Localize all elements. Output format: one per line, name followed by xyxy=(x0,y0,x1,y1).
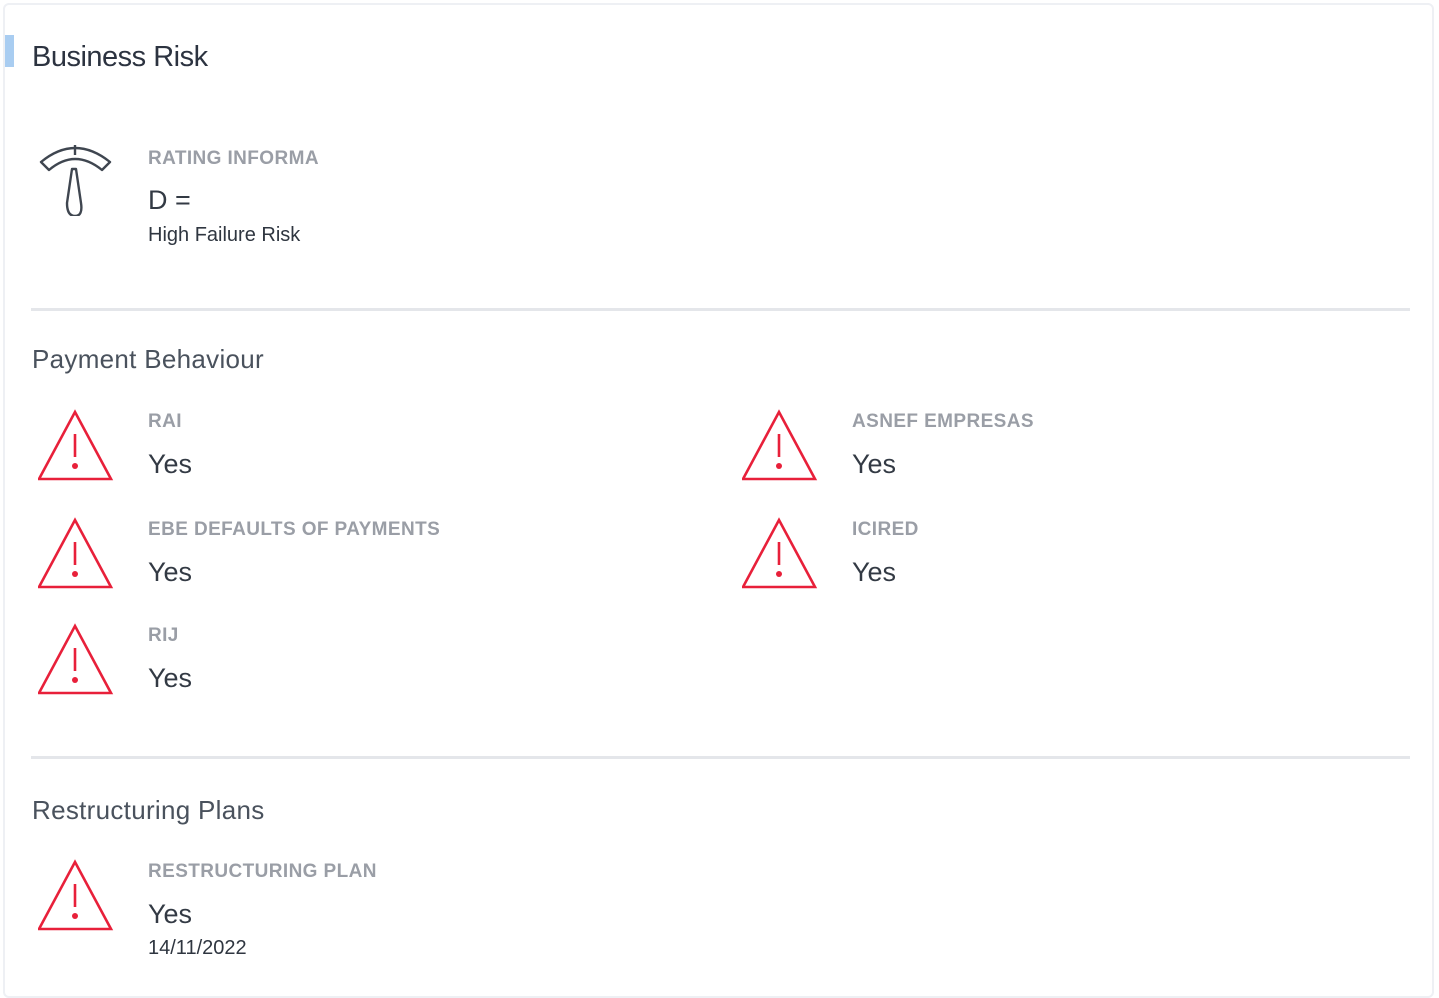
rating-label: RATING INFORMA xyxy=(148,148,319,169)
section-divider xyxy=(31,756,1410,759)
payment-behaviour-title: Payment Behaviour xyxy=(32,344,265,374)
item-date: 14/11/2022 xyxy=(148,937,247,959)
item-label: RIJ xyxy=(148,625,179,646)
warning-icon xyxy=(742,409,818,481)
section-divider xyxy=(31,308,1410,311)
warning-icon xyxy=(38,409,114,481)
warning-icon xyxy=(38,623,114,695)
item-value: Yes xyxy=(148,449,193,479)
item-label: ASNEF EMPRESAS xyxy=(852,411,1034,432)
item-value: Yes xyxy=(148,557,193,587)
page-title: Business Risk xyxy=(32,41,208,73)
item-label: RAI xyxy=(148,411,182,432)
warning-icon xyxy=(38,517,114,589)
rating-value: D = xyxy=(148,185,191,215)
warning-icon xyxy=(38,859,114,931)
gauge-icon xyxy=(39,145,112,216)
item-label: RESTRUCTURING PLAN xyxy=(148,861,377,882)
rating-description: High Failure Risk xyxy=(148,224,301,246)
warning-icon xyxy=(742,517,818,589)
item-value: Yes xyxy=(148,899,193,929)
item-label: EBE DEFAULTS OF PAYMENTS xyxy=(148,519,441,540)
item-label: ICIRED xyxy=(852,519,919,540)
title-accent-bar xyxy=(5,35,14,67)
restructuring-plans-title: Restructuring Plans xyxy=(32,795,265,825)
item-value: Yes xyxy=(148,663,193,693)
item-value: Yes xyxy=(852,557,897,587)
item-value: Yes xyxy=(852,449,897,479)
